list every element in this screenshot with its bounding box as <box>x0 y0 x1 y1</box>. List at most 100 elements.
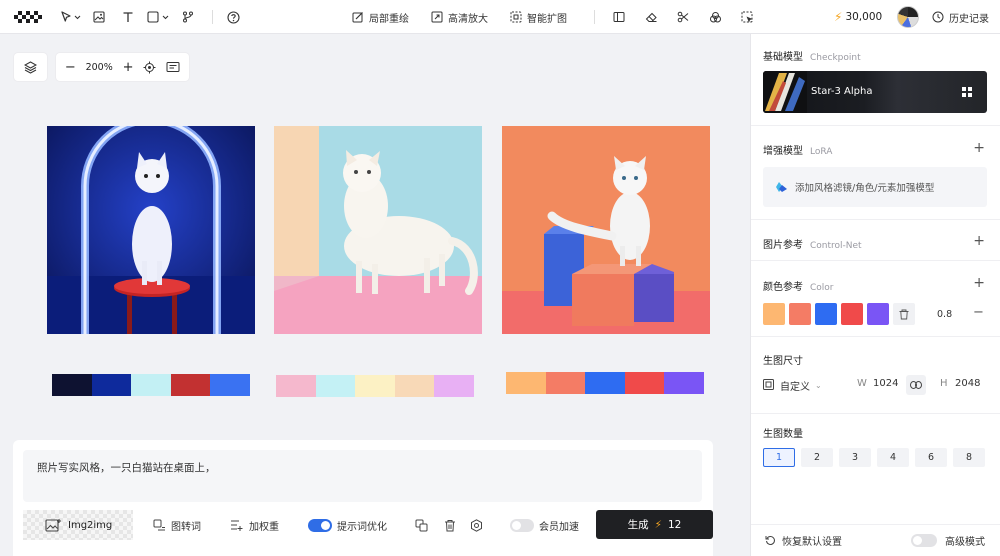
palette-swatch[interactable] <box>170 374 211 396</box>
color-swatch[interactable] <box>789 303 811 325</box>
count-option[interactable]: 4 <box>877 448 909 467</box>
generated-image-3[interactable] <box>502 126 710 334</box>
count-option[interactable]: 6 <box>915 448 947 467</box>
palette-swatch[interactable] <box>315 375 356 397</box>
palette-swatch[interactable] <box>434 375 474 397</box>
settings-panel: 基础模型 Checkpoint Star-3 Alpha 增强模型 LoRA + <box>750 34 1000 556</box>
upscale-icon <box>431 11 443 23</box>
split-view-button[interactable] <box>603 0 635 34</box>
history-button[interactable]: 历史记录 <box>932 10 989 25</box>
model-thumbnail <box>763 71 807 113</box>
image-tool[interactable] <box>86 0 112 34</box>
palette-swatch[interactable] <box>664 372 704 394</box>
prompt-optimize-label: 提示词优化 <box>337 521 387 533</box>
expand-button[interactable]: 智能扩图 <box>510 10 567 25</box>
translate-button[interactable] <box>415 519 428 532</box>
color-weight-decrease[interactable]: − <box>973 305 984 320</box>
expand-icon <box>510 11 522 23</box>
translate-icon <box>415 519 428 531</box>
model-card[interactable]: Star-3 Alpha <box>763 71 987 113</box>
grid-icon[interactable] <box>962 87 972 97</box>
generated-image-1[interactable] <box>47 126 255 334</box>
select-tool[interactable] <box>56 0 86 34</box>
add-lora-button[interactable]: + <box>973 141 985 155</box>
color-blend-button[interactable] <box>699 0 731 34</box>
help-button[interactable] <box>223 0 243 34</box>
repaint-icon <box>352 12 363 23</box>
width-input[interactable]: 1024 <box>873 378 898 389</box>
height-input[interactable]: 2048 <box>955 378 980 389</box>
generate-button[interactable]: 生成 ⚡ 12 <box>596 510 713 539</box>
prompt-optimize-switch[interactable] <box>308 518 332 532</box>
reset-defaults-button[interactable]: 恢复默认设置 <box>765 533 842 548</box>
count-option[interactable]: 8 <box>953 448 985 467</box>
member-speed-label: 会员加速 <box>539 521 579 533</box>
img2img-upload[interactable]: Img2img <box>23 510 133 540</box>
repaint-button[interactable]: 局部重绘 <box>352 10 409 25</box>
count-option[interactable]: 1 <box>763 448 795 467</box>
add-controlnet-button[interactable]: + <box>973 234 985 248</box>
settings-gear-icon <box>471 518 482 532</box>
delete-color-button[interactable] <box>893 303 915 325</box>
count-option[interactable]: 3 <box>839 448 871 467</box>
advanced-mode-toggle[interactable]: 高级模式 <box>911 533 985 548</box>
text-tool[interactable] <box>112 0 144 34</box>
palette-swatch[interactable] <box>91 374 132 396</box>
logo-icon <box>14 11 42 23</box>
model-name: Star-3 Alpha <box>811 86 873 97</box>
upscale-button[interactable]: 高清放大 <box>431 10 488 25</box>
minimap-icon[interactable] <box>166 61 180 73</box>
generated-image-2[interactable] <box>274 126 482 334</box>
color-swatch[interactable] <box>841 303 863 325</box>
palette-swatch[interactable] <box>585 372 625 394</box>
path-tool[interactable] <box>174 0 202 34</box>
ratio-select[interactable]: 自定义 ⌄ <box>780 378 822 393</box>
branch-icon <box>183 11 193 23</box>
color-swatch[interactable] <box>763 303 785 325</box>
lightning-icon: ⚡ <box>834 10 843 24</box>
user-avatar[interactable] <box>897 6 919 28</box>
eraser-button[interactable] <box>635 0 667 34</box>
shape-tool[interactable] <box>144 0 174 34</box>
prompt-textarea[interactable]: 照片写实风格，一只白猫站在桌面上， <box>23 450 702 502</box>
palette-swatch[interactable] <box>506 372 546 394</box>
zoom-out-button[interactable]: − <box>65 60 76 75</box>
app-logo[interactable] <box>14 0 42 34</box>
image-icon <box>93 11 105 23</box>
layers-button[interactable] <box>14 53 47 81</box>
scissors-button[interactable] <box>667 0 699 34</box>
palette-swatch[interactable] <box>355 375 395 397</box>
palette-swatch[interactable] <box>131 374 171 396</box>
member-speed-toggle[interactable]: 会员加速 <box>510 518 579 533</box>
credits-value: 30,000 <box>845 11 883 23</box>
add-color-button[interactable]: + <box>973 276 985 290</box>
advanced-mode-switch[interactable] <box>911 534 937 547</box>
add-lora-box[interactable]: 添加风格滤镜/角色/元素加强模型 <box>763 167 987 207</box>
smart-select-button[interactable] <box>731 0 763 34</box>
palette-swatch[interactable] <box>276 375 316 397</box>
palette-swatch[interactable] <box>52 374 92 396</box>
link-ratio-button[interactable] <box>906 375 926 395</box>
size-title: 生图尺寸 <box>763 356 803 367</box>
smart-select-icon <box>741 11 752 22</box>
divider <box>594 10 595 24</box>
add-weight-button[interactable]: 加权重 <box>230 518 279 533</box>
zoom-in-button[interactable]: + <box>123 60 134 75</box>
palette-swatch[interactable] <box>624 372 665 394</box>
prompt-optimize-toggle[interactable]: 提示词优化 <box>308 518 387 533</box>
palette-swatch[interactable] <box>210 374 250 396</box>
image-to-prompt-button[interactable]: 图转词 <box>153 518 201 533</box>
member-speed-switch[interactable] <box>510 518 534 532</box>
locate-icon[interactable] <box>143 61 156 74</box>
clear-button[interactable] <box>444 519 456 532</box>
credits-display[interactable]: ⚡ 30,000 <box>834 10 882 24</box>
color-swatch[interactable] <box>815 303 837 325</box>
palette-swatch[interactable] <box>394 375 435 397</box>
palette-swatch[interactable] <box>545 372 586 394</box>
color-swatch[interactable] <box>867 303 889 325</box>
prompt-settings-button[interactable] <box>470 518 483 532</box>
count-option[interactable]: 2 <box>801 448 833 467</box>
chevron-down-icon: ⌄ <box>815 381 822 390</box>
canvas-area[interactable]: − 200% + 照片写实风格，一只白猫站在桌面上， Img2img 图转词 加… <box>0 34 750 556</box>
scissors-icon <box>677 11 689 23</box>
